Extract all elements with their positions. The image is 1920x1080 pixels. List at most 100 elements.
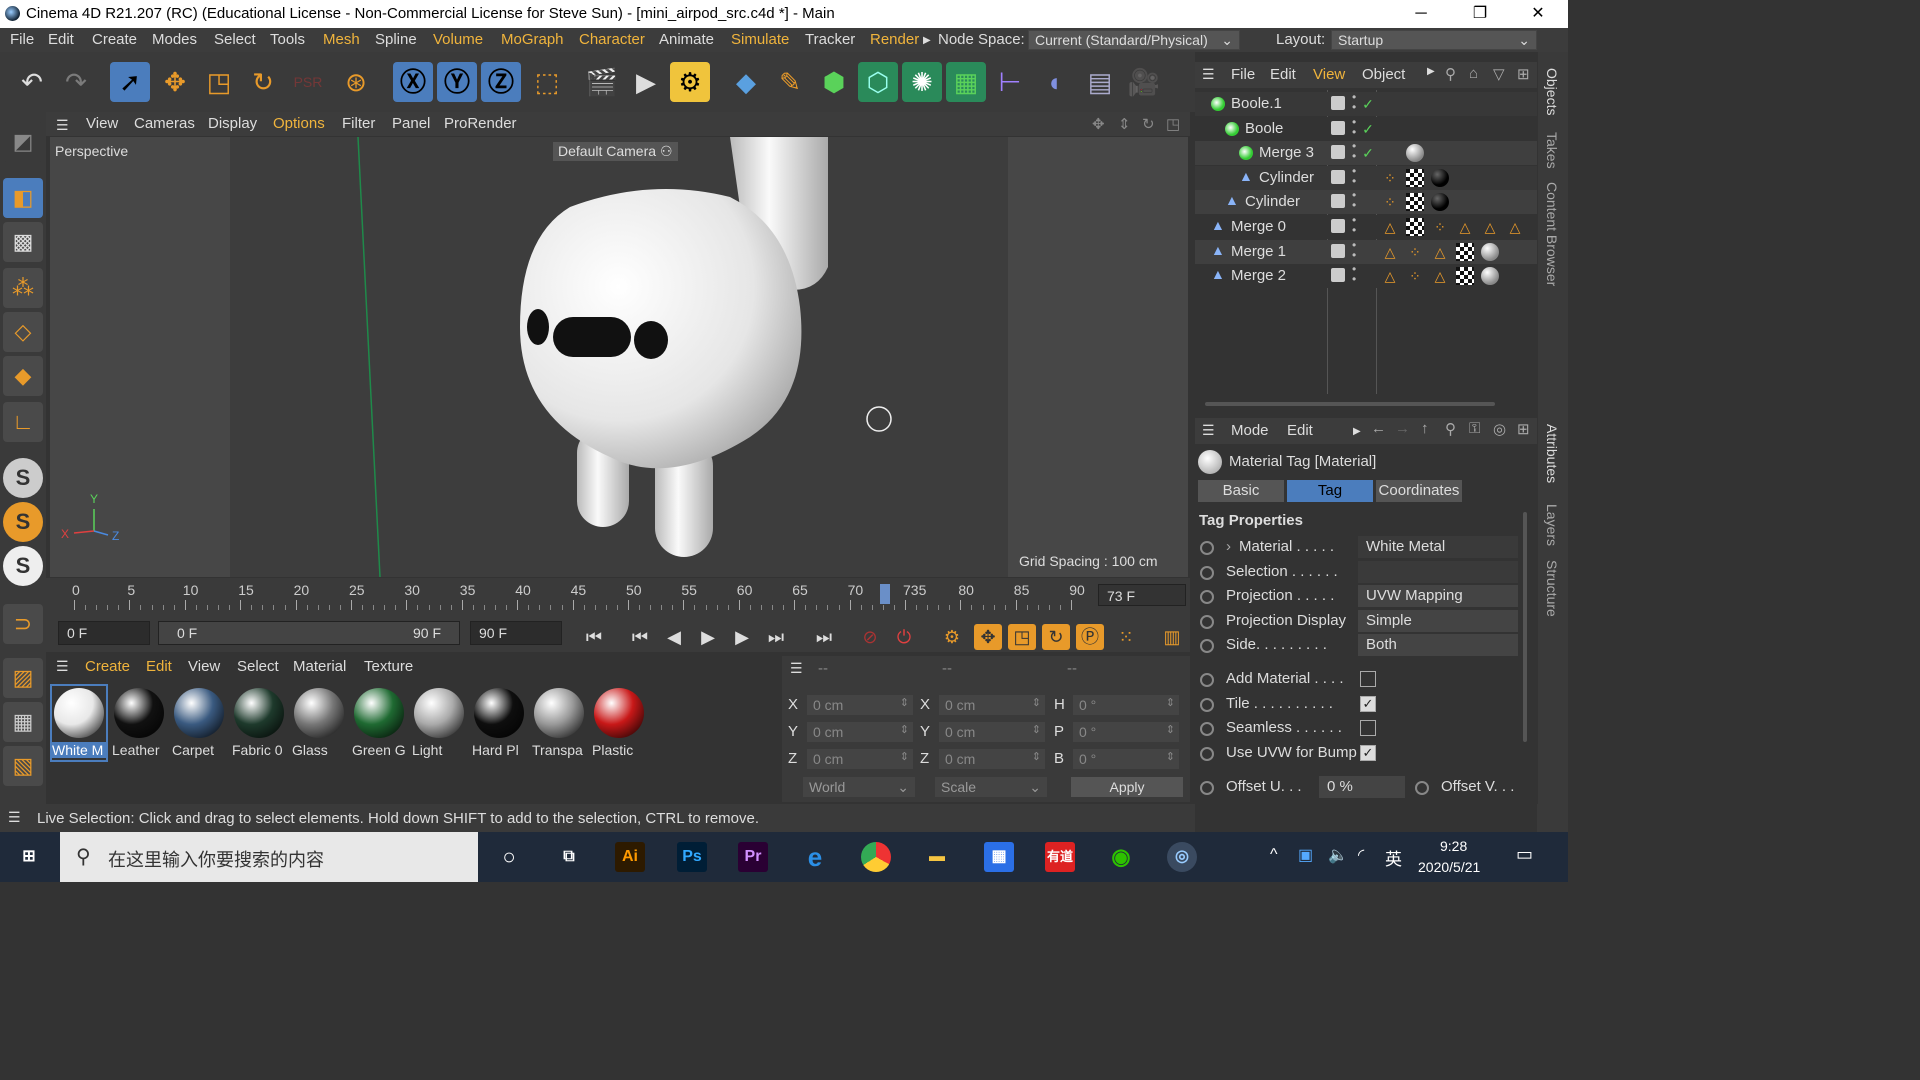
youdao-icon[interactable]: 有道 [1045, 842, 1075, 872]
snap-button[interactable]: ⊃ [3, 604, 43, 644]
material-tag-icon[interactable] [1431, 193, 1449, 212]
phong-tag-icon[interactable]: △ [1431, 267, 1449, 285]
side-tab-attributes[interactable]: Attributes [1544, 424, 1560, 483]
array-button[interactable]: ✺ [902, 62, 942, 102]
attr-menu-edit[interactable]: Edit [1287, 422, 1313, 439]
close-button[interactable]: ✕ [1515, 0, 1561, 28]
material-swatch[interactable]: Transpa [532, 686, 586, 760]
render-dots-icon[interactable]: • • [1352, 165, 1360, 187]
radio-icon[interactable] [1200, 565, 1214, 580]
make-editable-button[interactable]: ◩ [3, 122, 43, 162]
wechat-icon[interactable]: ◉ [1106, 842, 1136, 872]
vp-menu-panel[interactable]: Panel [392, 115, 430, 132]
back-arrow-icon[interactable]: ← [1371, 420, 1386, 437]
redo-button[interactable]: ↷ [56, 62, 96, 102]
ime-indicator[interactable]: 英 [1385, 845, 1402, 870]
menu-render[interactable]: Render [870, 31, 919, 48]
enabled-check-icon[interactable]: ✓ [1359, 95, 1377, 113]
side-tab-objects[interactable]: Objects [1544, 68, 1560, 115]
selection-filter-button[interactable]: ⊛ [336, 62, 376, 102]
coord-field[interactable]: 0 cm ⇕ [938, 721, 1046, 743]
offset-u-field[interactable]: 0 % [1319, 776, 1405, 798]
3d-viewport[interactable]: Perspective Default Camera ⚇ Y X Z Grid … [50, 137, 1188, 577]
vp-menu-prorender[interactable]: ProRender [444, 115, 517, 132]
wifi-icon[interactable]: ◜ [1358, 845, 1364, 865]
menu-more-arrow-icon[interactable]: ▶ [1353, 426, 1361, 437]
menu-select[interactable]: Select [214, 31, 256, 48]
phong-tag-icon[interactable]: △ [1506, 218, 1524, 236]
current-frame-field[interactable]: 73 F [1098, 584, 1186, 606]
previous-key-button[interactable]: ⏮ [626, 624, 654, 650]
mat-menu-texture[interactable]: Texture [364, 658, 413, 675]
material-swatch[interactable]: Green G [352, 686, 406, 760]
live-selection-button[interactable]: ➚ [110, 62, 150, 102]
y-axis-lock-button[interactable]: Ⓨ [437, 62, 477, 102]
object-row[interactable]: ▲ Cylinder • • ⁘ [1195, 189, 1537, 215]
record-button[interactable]: ⊘ [856, 624, 884, 650]
mat-menu-create[interactable]: Create [85, 658, 130, 675]
move-tool-button[interactable]: ✥ [155, 62, 195, 102]
layout-dropdown[interactable]: Startup ⌄ [1331, 30, 1537, 50]
edge-icon[interactable]: e [800, 842, 830, 872]
end-frame-field[interactable]: 90 F [470, 621, 562, 645]
hamburger-icon[interactable]: ☰ [790, 660, 803, 677]
radio-icon[interactable] [1200, 541, 1214, 555]
material-swatch[interactable]: Hard Pl [472, 686, 526, 760]
render-view-button[interactable]: 🎬 [582, 62, 622, 102]
solo-single-button[interactable]: S [3, 502, 43, 542]
material-swatch[interactable]: Glass [292, 686, 346, 760]
selection-tag-icon[interactable]: ⁘ [1431, 218, 1449, 236]
points-mode-button[interactable]: ⁂ [3, 268, 43, 308]
go-to-end-button[interactable]: ⏭ [810, 624, 838, 650]
dolly-view-icon[interactable]: ⇕ [1118, 115, 1131, 133]
visibility-toggle-icon[interactable] [1331, 219, 1345, 233]
phong-tag-icon[interactable]: △ [1381, 267, 1399, 285]
search-icon[interactable]: ⚲ [1445, 420, 1456, 438]
scale-dropdown[interactable]: Scale ⌄ [934, 776, 1048, 798]
material-swatch[interactable]: Carpet [172, 686, 226, 760]
minimize-button[interactable]: ─ [1398, 0, 1444, 28]
calendar-icon[interactable]: ▦ [984, 842, 1014, 872]
material-tag-icon[interactable] [1481, 242, 1499, 261]
z-axis-lock-button[interactable]: Ⓩ [481, 62, 521, 102]
checkbox[interactable]: ✓ [1360, 695, 1376, 712]
enabled-check-icon[interactable]: ✓ [1359, 120, 1377, 138]
visibility-toggle-icon[interactable] [1331, 96, 1345, 110]
pen-button[interactable]: ✎ [770, 62, 810, 102]
menu-volume[interactable]: Volume [433, 31, 483, 48]
file-explorer-icon[interactable]: ▬ [922, 842, 952, 872]
menu-simulate[interactable]: Simulate [731, 31, 789, 48]
rotate-tool-button[interactable]: ↻ [243, 62, 283, 102]
subdivision-button[interactable]: ⬢ [814, 62, 854, 102]
orbit-view-icon[interactable]: ↻ [1142, 115, 1155, 133]
premiere-icon[interactable]: Pr [738, 842, 768, 872]
radio-icon[interactable] [1200, 639, 1214, 654]
tag-property-value[interactable]: White Metal [1358, 536, 1518, 558]
hamburger-icon[interactable]: ☰ [1202, 66, 1215, 83]
cloner-button[interactable]: ▦ [946, 62, 986, 102]
autokey-button[interactable]: ⏻ [890, 624, 918, 650]
clock-date[interactable]: 2020/5/21 [1418, 859, 1480, 875]
apply-button[interactable]: Apply [1070, 776, 1184, 798]
new-window-icon[interactable]: ⊞ [1517, 420, 1530, 438]
obj-menu-edit[interactable]: Edit [1270, 66, 1296, 83]
object-row[interactable]: Boole • • ✓ [1195, 116, 1537, 141]
locked-workplane-button[interactable]: ▦ [3, 702, 43, 742]
cube-button[interactable]: ◆ [726, 62, 766, 102]
key-pla-button[interactable]: ⁙ [1112, 624, 1140, 650]
render-dots-icon[interactable]: • • [1352, 239, 1360, 261]
checkbox[interactable] [1360, 720, 1376, 737]
maximize-view-icon[interactable]: ◳ [1166, 115, 1180, 133]
mat-menu-material[interactable]: Material [293, 658, 346, 675]
phong-tag-icon[interactable]: △ [1381, 218, 1399, 236]
coord-field[interactable]: 0 cm ⇕ [806, 694, 914, 716]
selection-tag-icon[interactable]: ⁘ [1406, 243, 1424, 261]
cortana-icon[interactable]: ○ [494, 842, 524, 872]
tab-coordinates[interactable]: Coordinates [1376, 480, 1462, 502]
start-frame-field[interactable]: 0 F [58, 621, 150, 645]
keyframe-selection-button[interactable]: ⚙ [938, 624, 966, 650]
chrome-icon[interactable] [861, 842, 891, 872]
mat-menu-view[interactable]: View [188, 658, 220, 675]
radio-icon[interactable] [1200, 673, 1214, 687]
vp-menu-filter[interactable]: Filter [342, 115, 375, 132]
